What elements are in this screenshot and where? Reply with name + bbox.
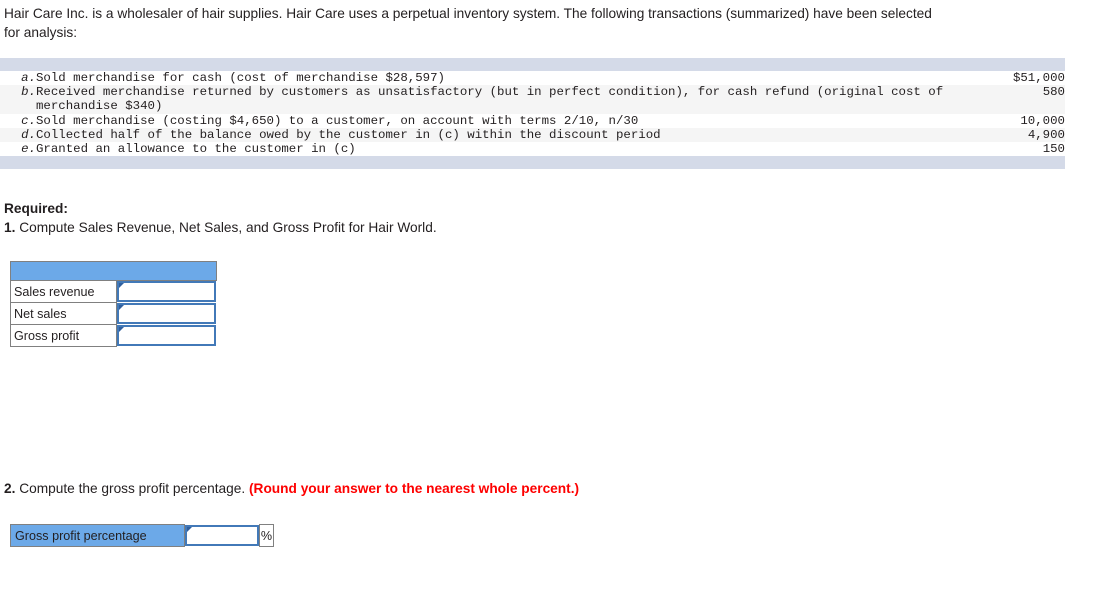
table-bottom-bar-cell xyxy=(0,156,1065,170)
input-cell-sales-revenue xyxy=(116,280,216,303)
row-label-net-sales: Net sales xyxy=(10,302,117,325)
row-letter: d. xyxy=(0,127,36,143)
table-bottom-bar xyxy=(0,156,1065,170)
table-row: d. Collected half of the balance owed by… xyxy=(0,127,1065,143)
row-description: Sold merchandise for cash (cost of merch… xyxy=(36,71,945,86)
row-letter: a. xyxy=(0,71,36,86)
row-amount: 150 xyxy=(945,142,1065,157)
row-description: Granted an allowance to the customer in … xyxy=(36,142,945,157)
row-letter: c. xyxy=(0,113,36,128)
row-amount: $51,000 xyxy=(945,71,1065,86)
transactions-table: a. Sold merchandise for cash (cost of me… xyxy=(0,58,1065,170)
sales-summary-table: Sales revenue Net sales Gross profit xyxy=(10,261,217,347)
input-cell-gross-profit-percentage xyxy=(184,524,260,547)
row-amount: 10,000 xyxy=(945,113,1065,128)
field-wrapper-sales-revenue xyxy=(117,281,216,303)
percent-sign-cell: % xyxy=(259,524,274,547)
table-row: Gross profit percentage % xyxy=(10,524,274,547)
gross-profit-input[interactable] xyxy=(119,327,214,344)
table-row: Sales revenue xyxy=(10,280,216,303)
required-heading: Required: xyxy=(4,201,68,216)
row-amount: 580 xyxy=(945,85,1065,114)
field-wrapper-net-sales xyxy=(117,303,216,324)
required-item-1-number: 1. xyxy=(4,219,16,235)
row-amount: 4,900 xyxy=(945,127,1065,143)
table-row: c. Sold merchandise (costing $4,650) to … xyxy=(0,113,1065,128)
required-item-1: 1. Compute Sales Revenue, Net Sales, and… xyxy=(4,219,437,238)
input-cell-gross-profit xyxy=(116,324,216,347)
table-row: Net sales xyxy=(10,302,216,325)
field-wrapper-gross-profit xyxy=(117,325,216,346)
net-sales-input[interactable] xyxy=(119,305,214,322)
intro-paragraph: Hair Care Inc. is a wholesaler of hair s… xyxy=(4,6,932,40)
row-letter: b. xyxy=(0,85,36,114)
table-top-bar-cell xyxy=(0,58,1065,71)
row-description: Collected half of the balance owed by th… xyxy=(36,127,945,143)
table-top-bar xyxy=(0,58,1065,71)
part2-rounding-note: (Round your answer to the nearest whole … xyxy=(249,481,580,496)
table-row: b. Received merchandise returned by cust… xyxy=(0,85,1065,114)
table-row: Gross profit xyxy=(10,324,216,347)
part2-text: Compute the gross profit percentage. xyxy=(15,481,249,496)
table-row: e. Granted an allowance to the customer … xyxy=(0,142,1065,157)
part2-number: 2. xyxy=(4,481,16,496)
table-row: a. Sold merchandise for cash (cost of me… xyxy=(0,71,1065,86)
row-letter: e. xyxy=(0,142,36,157)
part2-instruction: 2. Compute the gross profit percentage. … xyxy=(4,480,579,499)
answer-table-header-row xyxy=(10,261,217,281)
row-label-gross-profit-percentage: Gross profit percentage xyxy=(10,524,185,547)
row-description: Sold merchandise (costing $4,650) to a c… xyxy=(36,113,945,128)
required-block: Required: 1. Compute Sales Revenue, Net … xyxy=(4,200,437,237)
input-cell-net-sales xyxy=(116,302,216,325)
required-item-1-text: Compute Sales Revenue, Net Sales, and Gr… xyxy=(15,219,437,235)
sales-revenue-input[interactable] xyxy=(119,283,214,301)
gross-profit-percentage-table: Gross profit percentage % xyxy=(10,524,274,547)
row-description: Received merchandise returned by custome… xyxy=(36,85,945,114)
field-wrapper-gross-profit-percentage xyxy=(185,525,259,546)
row-label-sales-revenue: Sales revenue xyxy=(10,280,117,303)
gross-profit-percentage-input[interactable] xyxy=(187,527,257,544)
row-label-gross-profit: Gross profit xyxy=(10,324,117,347)
answer-table-header-cell xyxy=(10,261,217,281)
